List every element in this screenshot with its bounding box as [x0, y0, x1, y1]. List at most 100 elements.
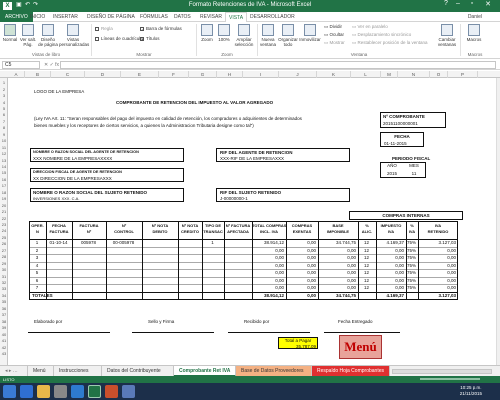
row-header[interactable]: 35	[0, 299, 8, 304]
column-header[interactable]: E	[121, 71, 159, 78]
tab-formulas[interactable]: FÓRMULAS	[140, 14, 168, 20]
tab-archivo[interactable]: ARCHIVO	[0, 12, 33, 22]
row-header[interactable]: 28	[0, 254, 8, 259]
row-header[interactable]: 1	[0, 80, 8, 85]
row-header[interactable]: 42	[0, 345, 8, 350]
row-header[interactable]: 16	[0, 177, 8, 182]
page-layout-button[interactable]: Diseño de página	[38, 24, 58, 47]
side-by-side-button[interactable]: ▭ Ver en paralelo	[352, 24, 388, 29]
row-header[interactable]: 40	[0, 332, 8, 337]
zoom-selection-button[interactable]: Ampliar selección	[233, 24, 255, 47]
new-window-button[interactable]: Nueva ventana	[259, 24, 277, 47]
reset-position-button[interactable]: ▭ Restablecer posición de la ventana	[352, 40, 428, 45]
row-header[interactable]: 18	[0, 190, 8, 195]
row-header[interactable]: 10	[0, 138, 8, 143]
tab-desarrollador[interactable]: DESARROLLADOR	[250, 14, 295, 20]
column-header[interactable]: P	[448, 71, 478, 78]
row-header[interactable]: 31	[0, 274, 8, 279]
row-header[interactable]: 3	[0, 93, 8, 98]
maximize-icon[interactable]: ▫	[466, 0, 478, 7]
headings-checkbox[interactable]: ✓ Títulos	[140, 36, 160, 41]
row-header[interactable]: 13	[0, 158, 8, 163]
zoom-100-button[interactable]: 100%	[216, 24, 232, 42]
row-header[interactable]: 33	[0, 286, 8, 291]
ruler-checkbox[interactable]: Regla	[95, 26, 113, 31]
gridlines-checkbox[interactable]: Líneas de cuadrícula	[95, 36, 143, 41]
row-header[interactable]: 26	[0, 241, 8, 246]
column-header[interactable]: H	[217, 71, 243, 78]
fecha-value[interactable]: 01-11-2015	[384, 141, 407, 146]
row-header[interactable]: 22	[0, 216, 8, 221]
row-header[interactable]: 24	[0, 228, 8, 233]
mes-value[interactable]: 11	[404, 171, 424, 176]
sync-scroll-button[interactable]: ▭ Desplazamiento sincrónico	[352, 32, 411, 37]
fx-icon[interactable]: ✕ ✓ fx	[44, 61, 59, 69]
arrange-all-button[interactable]: Organizar todo	[278, 24, 298, 47]
macros-button[interactable]: Macros	[464, 24, 484, 42]
row-header[interactable]: 38	[0, 319, 8, 324]
row-header[interactable]: 2	[0, 87, 8, 92]
formula-bar-checkbox[interactable]: ✓ Barra de fórmulas	[140, 26, 182, 31]
zoom-slider[interactable]	[420, 378, 480, 380]
row-header[interactable]: 6	[0, 112, 8, 117]
row-header[interactable]: 37	[0, 312, 8, 317]
column-header[interactable]: C	[51, 71, 85, 78]
row-header[interactable]: 27	[0, 248, 8, 253]
name-box[interactable]: C5	[2, 61, 40, 69]
column-header[interactable]: M	[381, 71, 398, 78]
tab-diseno-pagina[interactable]: DISEÑO DE PÁGINA	[87, 14, 135, 20]
minimize-icon[interactable]: –	[452, 0, 464, 7]
row-header[interactable]: 12	[0, 151, 8, 156]
anio-value[interactable]: 2015	[382, 171, 402, 176]
app-icon[interactable]	[122, 385, 135, 398]
user-name[interactable]: Daniel	[468, 14, 482, 20]
row-header[interactable]: 9	[0, 132, 8, 137]
help-icon[interactable]: ?	[440, 0, 452, 7]
switch-windows-button[interactable]: Cambiar ventanas	[436, 24, 458, 47]
row-header[interactable]: 4	[0, 100, 8, 105]
column-header[interactable]: D	[85, 71, 121, 78]
column-header[interactable]: N	[398, 71, 430, 78]
ie-icon[interactable]	[20, 385, 33, 398]
row-header[interactable]: 34	[0, 293, 8, 298]
comprobante-value[interactable]: 20151100000001	[383, 121, 418, 126]
row-header[interactable]: 14	[0, 164, 8, 169]
row-header[interactable]: 36	[0, 306, 8, 311]
split-button[interactable]: ▭ Dividir	[324, 24, 342, 29]
close-icon[interactable]: ✕	[482, 0, 494, 8]
column-header[interactable]: L	[351, 71, 381, 78]
column-header[interactable]: K	[317, 71, 351, 78]
normal-view-button[interactable]: Normal	[2, 24, 18, 42]
row-header[interactable]: 15	[0, 170, 8, 175]
row-header[interactable]: 7	[0, 119, 8, 124]
tab-datos[interactable]: DATOS	[174, 14, 191, 20]
row-header[interactable]: 25	[0, 235, 8, 240]
vertical-scrollbar[interactable]	[496, 78, 500, 365]
row-header[interactable]: 21	[0, 209, 8, 214]
formula-input[interactable]	[60, 61, 496, 69]
row-header[interactable]: 43	[0, 351, 8, 356]
custom-views-button[interactable]: Vistas personalizadas	[59, 24, 89, 47]
worksheet[interactable]: LOGO DE LA EMPRESA COMPROBANTE DE RETENC…	[8, 78, 500, 365]
freeze-panes-button[interactable]: Inmovilizar	[299, 24, 321, 42]
agente-rif-value[interactable]: XXX-RIF DE LA EMPRESAXXX	[220, 156, 284, 161]
agente-nombre-value[interactable]: XXX NOMBRE DE LA EMPRESAXXXX	[33, 156, 112, 161]
tab-insertar[interactable]: INSERTAR	[53, 14, 78, 20]
column-header[interactable]: A	[8, 71, 25, 78]
page-break-button[interactable]: Ver salt. Pág.	[19, 24, 37, 47]
windows-start-icon[interactable]	[3, 385, 16, 398]
row-header[interactable]: 41	[0, 338, 8, 343]
column-header[interactable]: G	[189, 71, 217, 78]
column-header[interactable]: F	[159, 71, 189, 78]
direccion-value[interactable]: XX DIRECCION DE LA EMPRESAXXX	[33, 176, 112, 181]
hide-button[interactable]: ▭ Ocultar	[324, 32, 344, 37]
sujeto-nombre-value[interactable]: INVERSIONES XXX. C.A.	[33, 196, 79, 201]
row-header[interactable]: 5	[0, 106, 8, 111]
column-header[interactable]: B	[25, 71, 51, 78]
sujeto-rif-value[interactable]: J-00000000-1	[220, 196, 248, 201]
row-header[interactable]: 23	[0, 222, 8, 227]
row-header[interactable]: 39	[0, 325, 8, 330]
horizontal-scrollbar[interactable]	[392, 369, 492, 374]
column-header[interactable]: I	[243, 71, 279, 78]
row-header[interactable]: 11	[0, 145, 8, 150]
